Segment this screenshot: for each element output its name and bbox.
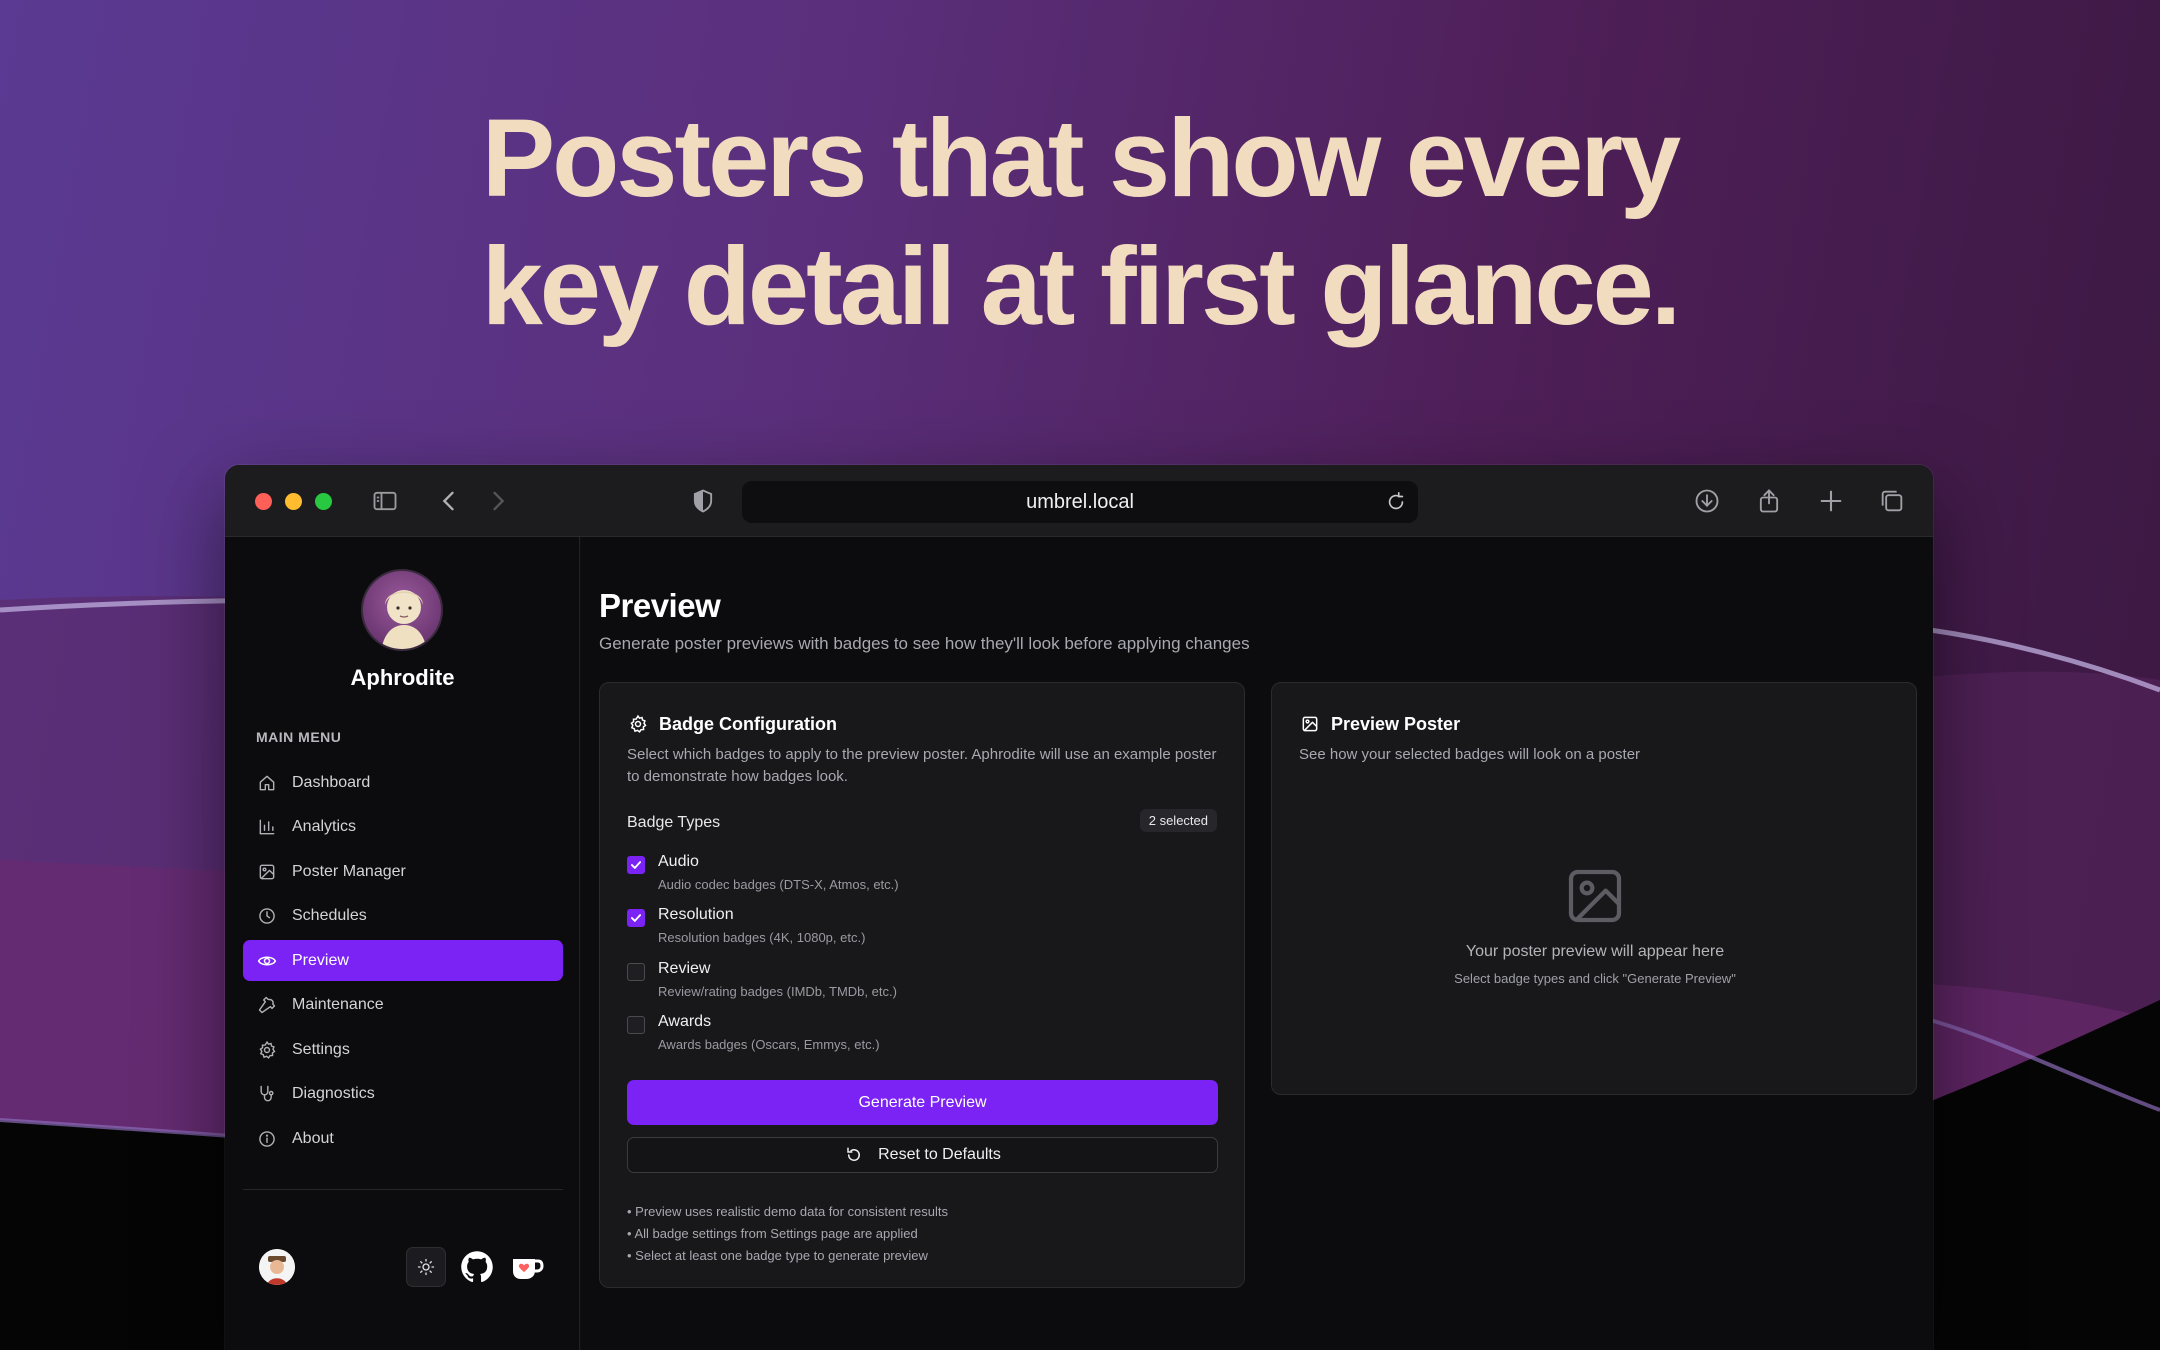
review-label[interactable]: Review [658,960,710,978]
badge-option-awards[interactable]: Awards Awards badges (Oscars, Emmys, etc… [627,1011,1217,1061]
main-menu-heading: MAIN MENU [256,729,342,745]
wrench-icon [256,994,278,1016]
sidebar-item-maintenance[interactable]: Maintenance [243,984,563,1025]
preview-poster-heading: Preview Poster [1299,713,1460,735]
hero-line-2: key detail at first glance. [481,225,1682,348]
stethoscope-icon [256,1083,278,1105]
sidebar-item-label: About [292,1129,334,1147]
note-item: • Select at least one badge type to gene… [627,1248,928,1263]
address-bar[interactable]: umbrel.local [742,481,1418,523]
sidebar-item-label: Poster Manager [292,862,406,880]
image-icon [256,861,278,883]
close-window-button[interactable] [255,493,272,510]
badge-configuration-heading: Badge Configuration [627,713,837,735]
badge-option-review[interactable]: Review Review/rating badges (IMDb, TMDb,… [627,958,1217,1008]
reset-to-defaults-label: Reset to Defaults [878,1146,1001,1163]
back-icon[interactable] [433,485,465,517]
share-icon[interactable] [1753,485,1785,517]
sidebar-toggle-icon[interactable] [369,485,401,517]
app-logo-avatar [361,569,443,651]
page-subtitle: Generate poster previews with badges to … [599,634,1250,653]
preview-poster-description: See how your selected badges will look o… [1299,746,1641,763]
awards-label[interactable]: Awards [658,1013,711,1031]
badge-configuration-title: Badge Configuration [659,713,837,734]
poster-placeholder: Your poster preview will appear here Sel… [1272,863,1918,986]
hero-line-1: Posters that show every [481,97,1681,220]
sidebar-item-label: Schedules [292,906,367,924]
sidebar-item-settings[interactable]: Settings [243,1029,563,1070]
user-avatar[interactable] [259,1249,295,1285]
hero-headline: Posters that show every key detail at fi… [0,95,2160,351]
image-icon [1299,713,1321,735]
clock-icon [256,905,278,927]
preview-notes: • Preview uses realistic demo data for c… [627,1201,948,1267]
sidebar-item-dashboard[interactable]: Dashboard [243,762,563,803]
sidebar-item-label: Analytics [292,817,357,835]
review-hint: Review/rating badges (IMDb, TMDb, etc.) [658,984,897,999]
reset-icon [844,1145,864,1165]
reset-to-defaults-button[interactable]: Reset to Defaults [627,1137,1218,1173]
badge-option-audio[interactable]: Audio Audio codec badges (DTS-X, Atmos, … [627,851,1217,901]
audio-label[interactable]: Audio [658,853,699,871]
sidebar-item-about[interactable]: About [243,1118,563,1159]
home-icon [256,772,278,794]
sidebar-item-label: Settings [292,1040,350,1058]
sidebar-item-preview[interactable]: Preview [243,940,563,981]
sidebar-divider [243,1189,563,1190]
app-name: Aphrodite [350,665,455,690]
audio-hint: Audio codec badges (DTS-X, Atmos, etc.) [658,877,899,892]
sidebar-item-schedules[interactable]: Schedules [243,895,563,936]
zoom-window-button[interactable] [315,493,332,510]
sidebar-item-label: Dashboard [292,773,371,791]
sidebar-item-diagnostics[interactable]: Diagnostics [243,1073,563,1114]
minimize-window-button[interactable] [285,493,302,510]
resolution-label[interactable]: Resolution [658,906,734,924]
sidebar: Aphrodite MAIN MENU Dashboard Analytics … [225,537,580,1350]
badge-configuration-card: Badge Configuration Select which badges … [599,682,1245,1288]
forward-icon[interactable] [482,485,514,517]
gear-icon [627,713,649,735]
download-icon[interactable] [1691,485,1723,517]
sidebar-item-label: Diagnostics [292,1084,375,1102]
selected-count-badge: 2 selected [1139,809,1217,832]
placeholder-subtitle: Select badge types and click "Generate P… [1454,971,1736,986]
eye-icon [256,950,278,972]
image-placeholder-icon [1562,863,1628,929]
sidebar-item-analytics[interactable]: Analytics [243,806,563,847]
placeholder-title: Your poster preview will appear here [1465,943,1725,960]
reload-icon[interactable] [1382,488,1410,516]
review-checkbox[interactable] [627,963,645,981]
url-text: umbrel.local [1026,490,1134,513]
bar-chart-icon [256,816,278,838]
sidebar-item-poster-manager[interactable]: Poster Manager [243,851,563,892]
awards-hint: Awards badges (Oscars, Emmys, etc.) [658,1037,880,1052]
ko-fi-icon[interactable] [507,1247,547,1287]
tabs-overview-icon[interactable] [1876,485,1908,517]
gear-icon [256,1039,278,1061]
preview-poster-title: Preview Poster [1331,713,1461,734]
badge-types-label: Badge Types [627,814,721,831]
preview-poster-card: Preview Poster See how your selected bad… [1271,682,1917,1095]
note-item: • Preview uses realistic demo data for c… [627,1204,949,1219]
shield-icon[interactable] [687,485,719,517]
browser-titlebar: umbrel.local [225,465,1933,537]
audio-checkbox[interactable] [627,856,645,874]
main-content: Preview Generate poster previews with ba… [581,537,1933,1350]
badge-configuration-description: Select which badges to apply to the prev… [627,746,1217,785]
resolution-hint: Resolution badges (4K, 1080p, etc.) [658,930,866,945]
awards-checkbox[interactable] [627,1016,645,1034]
page-title: Preview [599,587,721,624]
theme-toggle-icon[interactable] [406,1247,446,1287]
badge-option-resolution[interactable]: Resolution Resolution badges (4K, 1080p,… [627,904,1217,954]
sidebar-item-label: Maintenance [292,995,384,1013]
generate-preview-button[interactable]: Generate Preview [627,1080,1218,1125]
resolution-checkbox[interactable] [627,909,645,927]
browser-window: umbrel.local Aphrodite MAIN MENU Dashboa… [225,465,1933,1350]
github-icon[interactable] [457,1247,497,1287]
new-tab-icon[interactable] [1815,485,1847,517]
note-item: • All badge settings from Settings page … [627,1226,918,1241]
info-icon [256,1128,278,1150]
sidebar-item-label: Preview [292,951,349,969]
